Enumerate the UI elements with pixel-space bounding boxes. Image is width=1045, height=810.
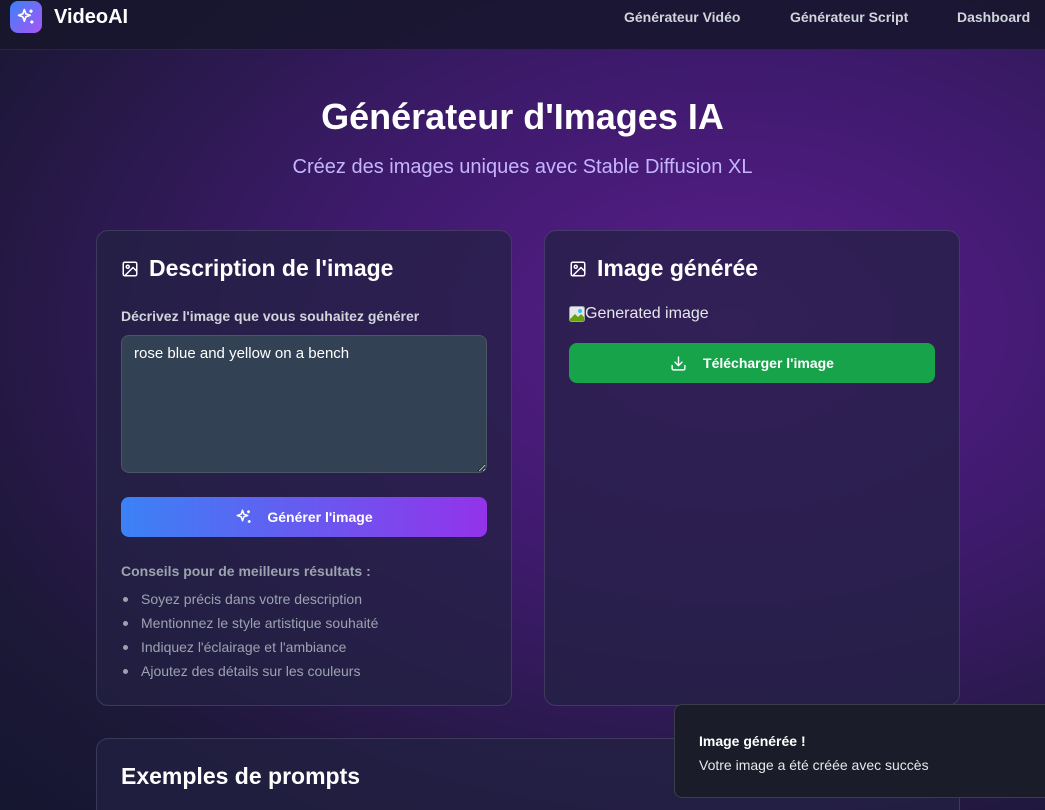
image-icon xyxy=(570,261,586,276)
success-toast[interactable]: Image générée ! Votre image a été créée … xyxy=(674,704,1045,798)
result-card-header: Image générée xyxy=(569,255,758,282)
list-item: Mentionnez le style artistique souhaité xyxy=(121,613,378,637)
examples-card-title: Exemples de prompts xyxy=(121,763,361,789)
image-icon xyxy=(122,261,138,276)
nav-dashboard[interactable]: Dashboard xyxy=(957,9,1030,25)
description-card: Description de l'image Décrivez l'image … xyxy=(96,230,512,706)
broken-image-icon xyxy=(569,306,585,322)
brand-name[interactable]: VideoAI xyxy=(54,6,128,29)
prompt-textarea[interactable]: rose blue and yellow on a bench xyxy=(121,335,487,473)
list-item: Ajoutez des détails sur les couleurs xyxy=(121,661,378,685)
download-image-button[interactable]: Télécharger l'image xyxy=(569,343,935,383)
list-item: Indiquez l'éclairage et l'ambiance xyxy=(121,637,378,661)
generate-image-label: Générer l'image xyxy=(267,509,373,525)
result-card-title: Image générée xyxy=(597,255,759,281)
toast-message: Votre image a été créée avec succès xyxy=(699,757,929,773)
list-item: Soyez précis dans votre description xyxy=(121,589,378,613)
download-icon xyxy=(671,355,686,371)
tips-title: Conseils pour de meilleurs résultats : xyxy=(121,563,371,579)
toast-title: Image générée ! xyxy=(699,733,806,749)
description-card-header: Description de l'image xyxy=(121,255,393,282)
examples-card-header: Exemples de prompts xyxy=(121,763,360,790)
generated-image-alt: Generated image xyxy=(585,305,709,322)
page-title: Générateur d'Images IA xyxy=(321,96,724,137)
result-card: Image générée Generated image Télécharge… xyxy=(544,230,960,706)
generated-image[interactable]: Generated image xyxy=(569,305,709,323)
nav-script-generator[interactable]: Générateur Script xyxy=(790,9,908,25)
nav-video-generator[interactable]: Générateur Vidéo xyxy=(624,9,740,25)
sparkles-icon xyxy=(236,509,252,523)
page-subtitle: Créez des images uniques avec Stable Dif… xyxy=(292,156,753,178)
description-card-title: Description de l'image xyxy=(149,255,394,281)
tips-list: Soyez précis dans votre description Ment… xyxy=(121,589,378,685)
generate-image-button[interactable]: Générer l'image xyxy=(121,497,487,537)
prompt-label: Décrivez l'image que vous souhaitez géné… xyxy=(121,308,420,324)
sparkles-icon xyxy=(17,8,34,24)
top-navbar: VideoAI Générateur Vidéo Générateur Scri… xyxy=(0,0,1045,50)
download-image-label: Télécharger l'image xyxy=(703,355,834,371)
logo[interactable] xyxy=(10,1,42,33)
